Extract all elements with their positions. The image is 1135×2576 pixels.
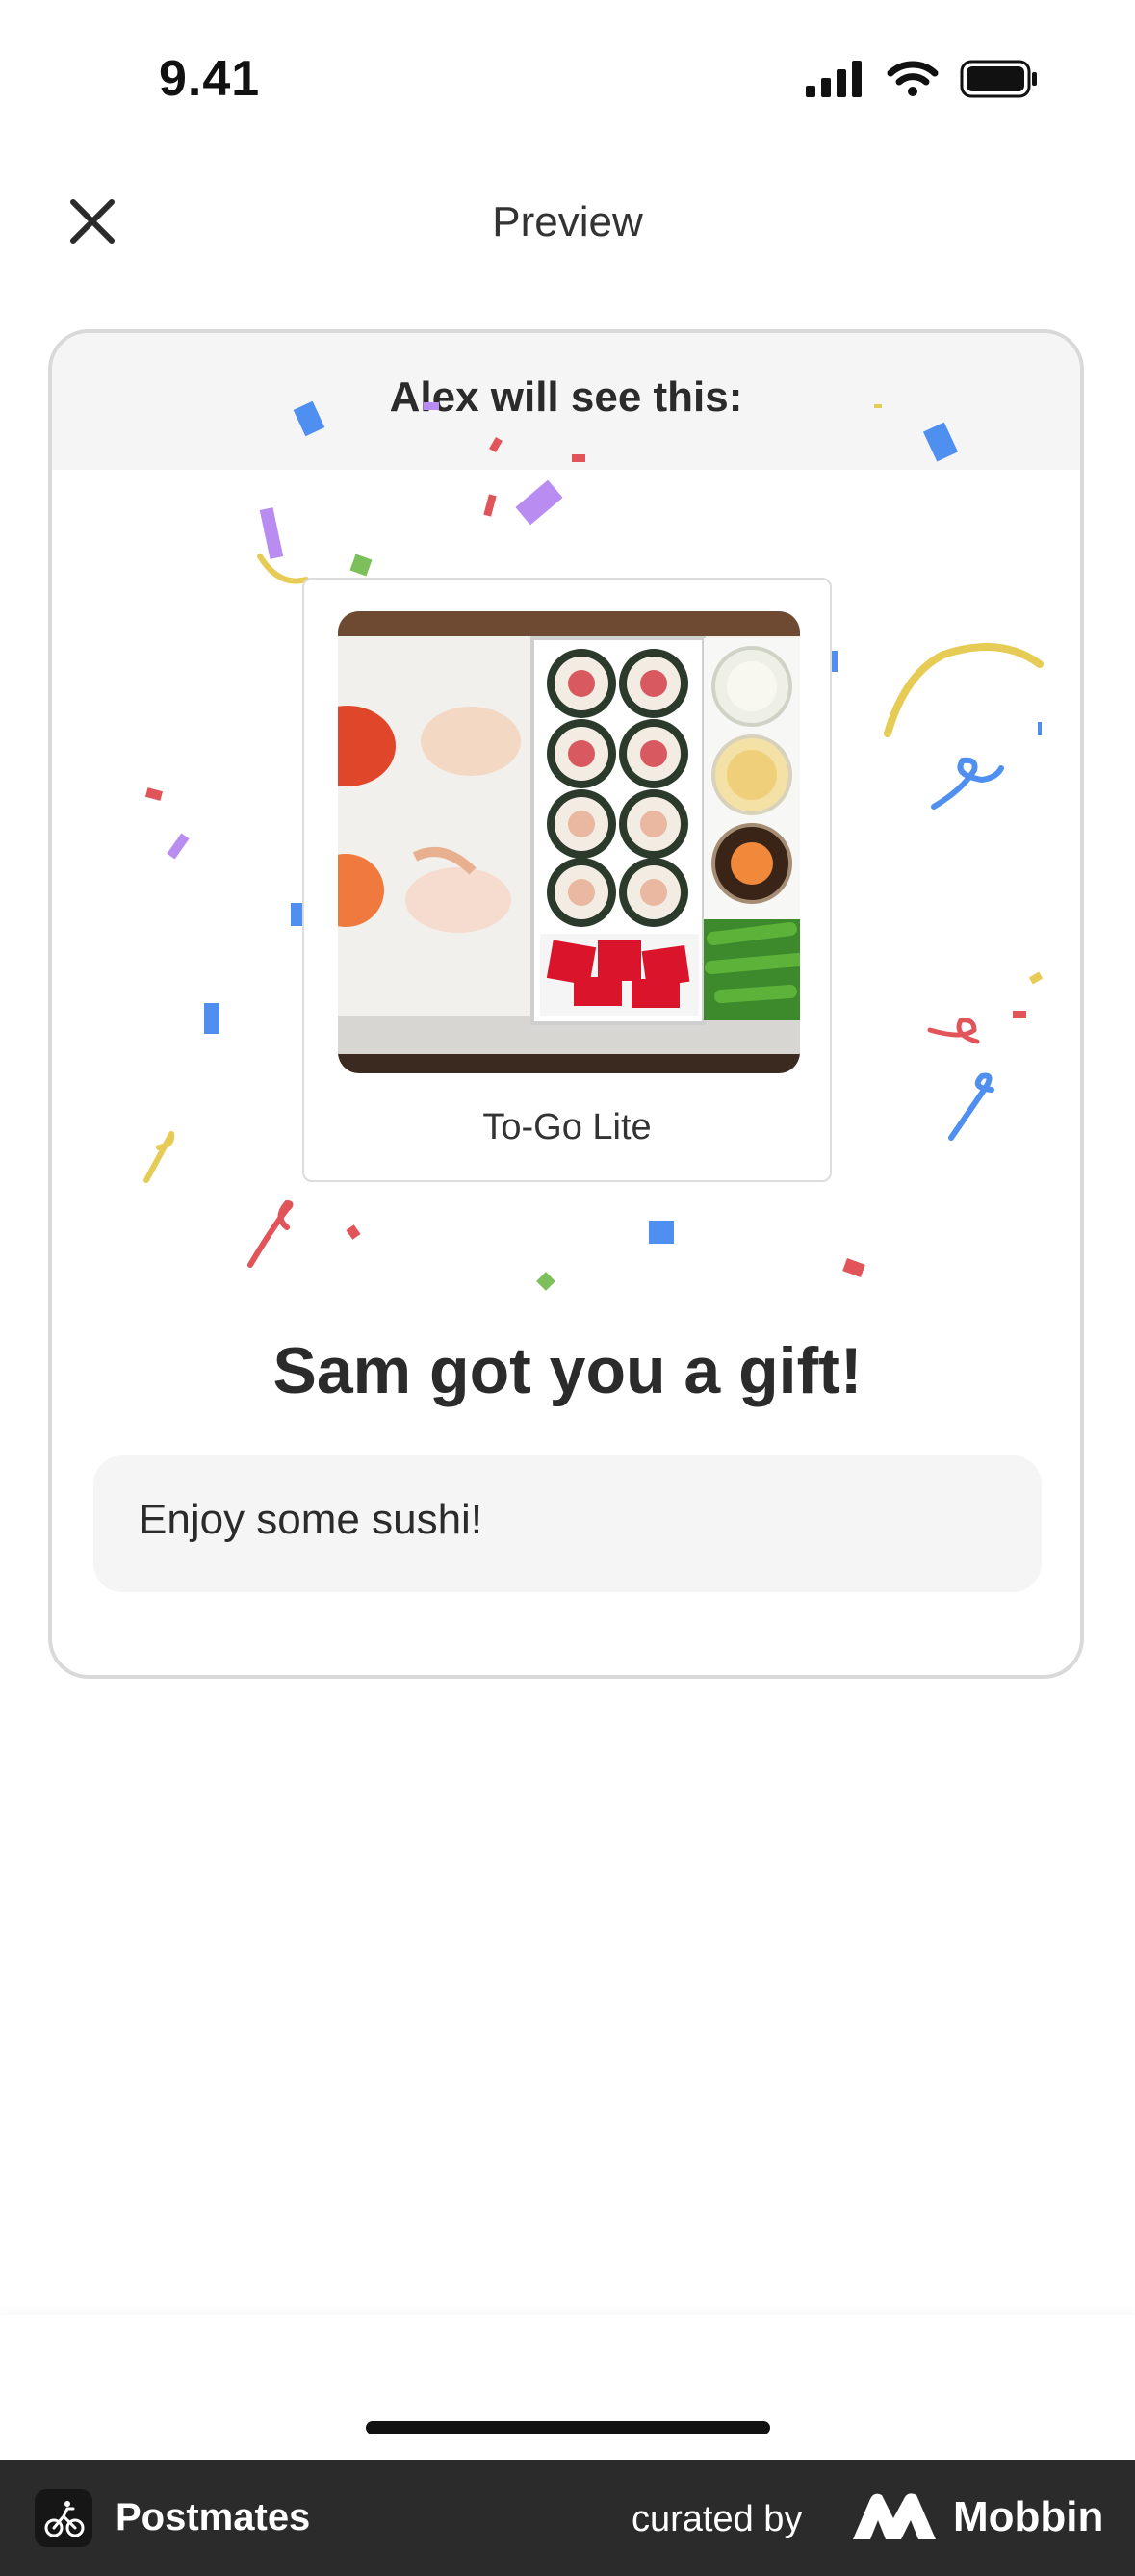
header: Preview: [0, 164, 1135, 279]
mobbin-logo-icon: [853, 2493, 936, 2539]
gift-message: Enjoy some sushi!: [139, 1496, 483, 1543]
footer-app-name: Postmates: [116, 2496, 311, 2538]
card-heading: Alex will see this:: [389, 374, 743, 421]
wifi-icon: [887, 61, 939, 96]
gift-title: Sam got you a gift!: [272, 1334, 863, 1407]
signal-icon: [806, 61, 862, 97]
sushi-box-image: [338, 611, 800, 1073]
page-title: Preview: [492, 198, 643, 245]
gift-message-box: Enjoy some sushi!: [93, 1455, 1042, 1592]
status-bar: 9.41: [0, 0, 1135, 164]
battery-icon: [960, 60, 1037, 98]
footer-bar: Postmates curated by Mobbin: [0, 2460, 1135, 2576]
home-indicator: [366, 2421, 770, 2434]
bottom-sheet: [0, 2315, 1135, 2460]
gift-item-card: To-Go Lite: [302, 578, 832, 1182]
gift-item-name: To-Go Lite: [482, 1107, 652, 1147]
footer-curated-label: curated by: [632, 2499, 803, 2539]
footer-brand: Mobbin: [953, 2493, 1104, 2540]
card-heading-bar: Alex will see this:: [52, 333, 1080, 470]
status-icons: [806, 60, 1039, 98]
postmates-logo-icon: [35, 2489, 92, 2547]
status-time: 9.41: [159, 51, 261, 107]
